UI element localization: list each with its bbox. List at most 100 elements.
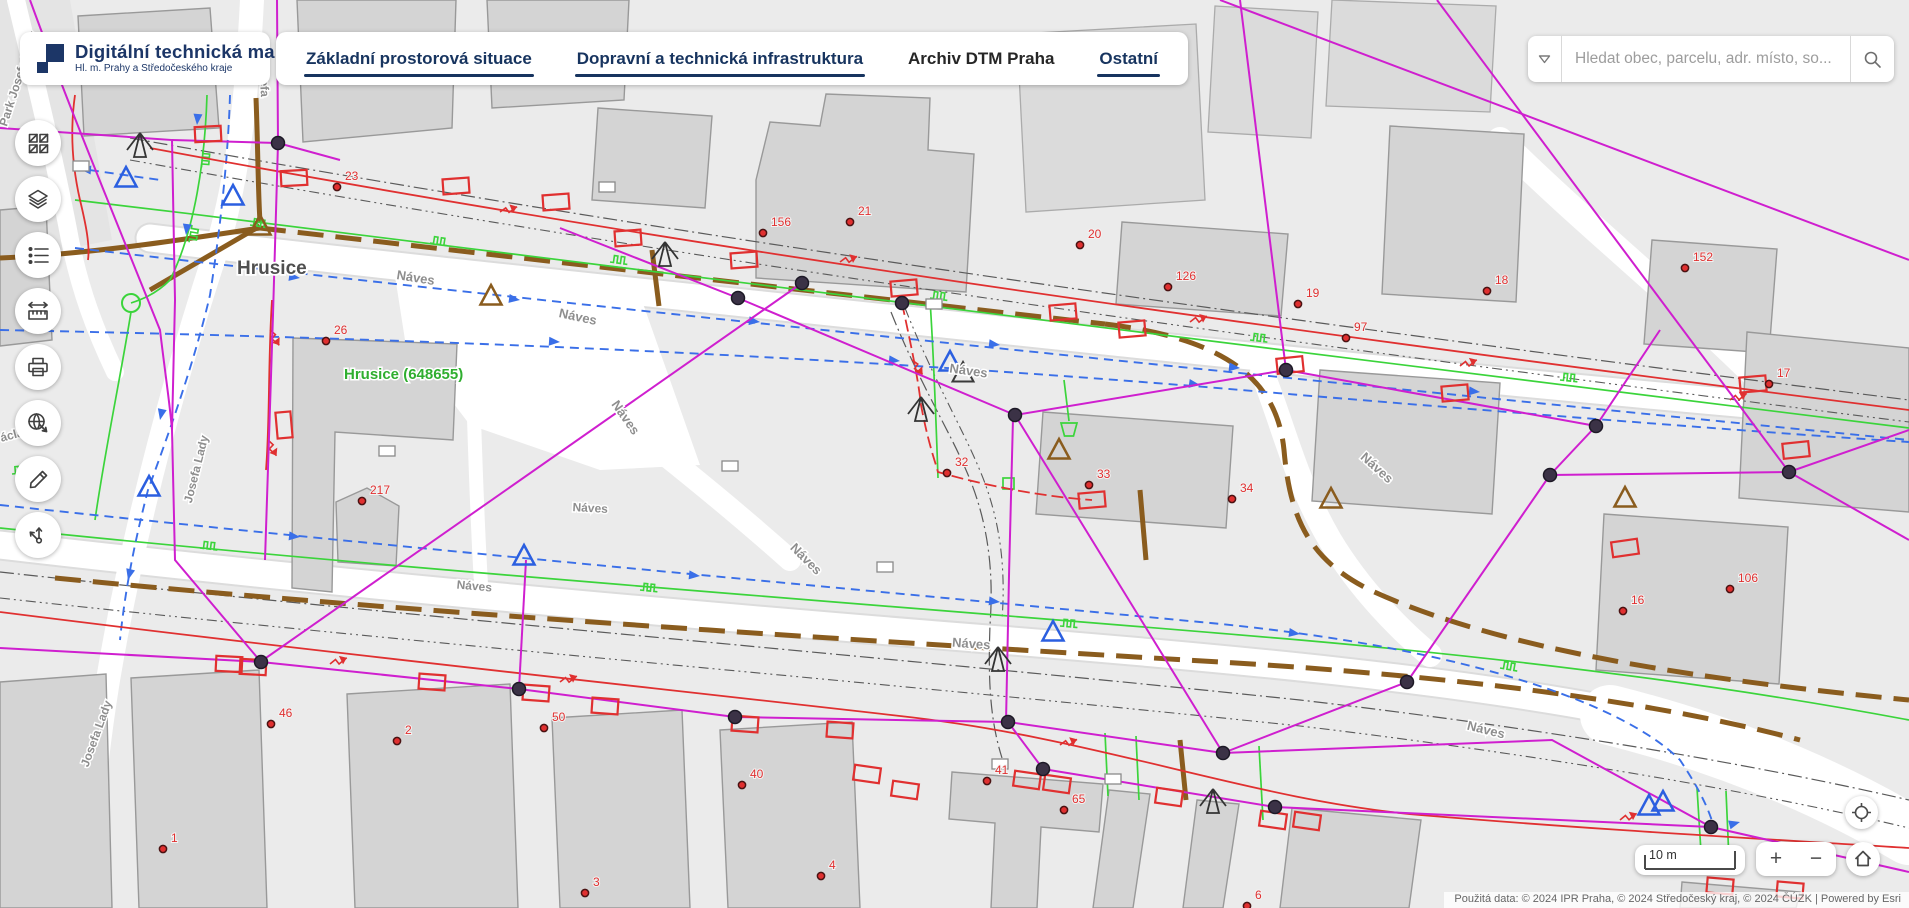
layers-icon: [27, 188, 49, 210]
parcel-dot: [1228, 495, 1235, 502]
parcel-number: 41: [995, 763, 1009, 777]
parcel-number: 126: [1176, 269, 1196, 283]
zoom-controls: + −: [1756, 842, 1836, 876]
zoom-in-button[interactable]: +: [1756, 842, 1796, 876]
tab-label: Základní prostorová situace: [306, 49, 532, 69]
parcel-number: 1: [171, 831, 178, 845]
grid-icon: [28, 133, 49, 154]
cadastre-label: Hrusice (648655): [344, 366, 463, 383]
app-subtitle: Hl. m. Prahy a Středočeského kraje: [75, 64, 297, 75]
basemap-gallery-button[interactable]: [15, 120, 61, 166]
parcel-number: 4: [829, 858, 836, 872]
scale-bar: 10 m: [1635, 845, 1745, 875]
tab-label: Dopravní a technická infrastruktura: [577, 49, 863, 69]
parcel-number: 17: [1777, 366, 1791, 380]
parcel-dot: [1164, 283, 1171, 290]
parcel-number: 18: [1495, 273, 1509, 287]
map-attribution: Použitá data: © 2024 IPR Praha, © 2024 S…: [1444, 892, 1909, 908]
parcel-dot: [759, 229, 766, 236]
tab-zakladni-prostorova-situace[interactable]: Základní prostorová situace: [306, 32, 532, 85]
parcel-dot: [333, 183, 340, 190]
parcel-dot: [1619, 607, 1626, 614]
parcel-number: 97: [1354, 320, 1368, 334]
measure-ruler-icon: [27, 301, 49, 321]
print-button[interactable]: [15, 344, 61, 390]
legend-list-icon: [28, 246, 49, 265]
parcel-number: 6: [1255, 888, 1262, 902]
parcel-dot: [983, 777, 990, 784]
tab-label: Archiv DTM Praha: [908, 49, 1054, 69]
parcel-number: 23: [345, 169, 359, 183]
dtm-logo-icon: [34, 43, 66, 75]
parcel-number: 50: [552, 710, 566, 724]
tab-dopravni-a-technicka-infrastruktura[interactable]: Dopravní a technická infrastruktura: [577, 32, 863, 85]
parcel-number: 26: [334, 323, 348, 337]
parcel-number: 21: [858, 204, 872, 218]
parcel-dot: [322, 337, 329, 344]
parcel-dot: [267, 720, 274, 727]
app-logo: Digitální technická mapa Hl. m. Prahy a …: [20, 32, 270, 85]
parcel-number: 217: [370, 483, 390, 497]
parcel-dot: [393, 737, 400, 744]
city-label: Hrusice: [237, 258, 307, 279]
parcel-dot: [1765, 380, 1772, 387]
parcel-dot: [1076, 241, 1083, 248]
parcel-number: 20: [1088, 227, 1102, 241]
parcel-dot: [1483, 287, 1490, 294]
parcel-number: 19: [1306, 286, 1320, 300]
measure-button[interactable]: [15, 288, 61, 334]
parcel-dot: [1085, 481, 1092, 488]
main-tabs: Základní prostorová situace Dopravní a t…: [276, 32, 1188, 85]
move-button[interactable]: [15, 512, 61, 558]
parcel-dot: [943, 469, 950, 476]
parcel-number: 3: [593, 875, 600, 889]
parcel-number: 34: [1240, 481, 1254, 495]
parcel-dot: [1060, 806, 1067, 813]
parcel-number: 106: [1738, 571, 1758, 585]
home-button[interactable]: [1846, 842, 1880, 876]
parcel-dot: [1342, 334, 1349, 341]
parcel-dot: [1726, 585, 1733, 592]
chevron-down-icon: [1538, 55, 1551, 64]
street-label: Náves: [572, 500, 608, 516]
coordinates-button[interactable]: [15, 400, 61, 446]
search-scope-dropdown[interactable]: [1528, 36, 1561, 82]
parcel-number: 2: [405, 723, 412, 737]
parcel-dot: [1243, 902, 1250, 908]
legend-button[interactable]: [15, 232, 61, 278]
app-title: Digitální technická mapa: [75, 42, 297, 62]
parcel-number: 156: [771, 215, 791, 229]
parcel-number: 33: [1097, 467, 1111, 481]
draw-button[interactable]: [15, 456, 61, 502]
parcel-dot: [1681, 264, 1688, 271]
map-canvas[interactable]: Hrusice Hrusice (648655) Park Josefa Lad…: [0, 0, 1909, 908]
tab-ostatni[interactable]: Ostatní: [1099, 32, 1158, 85]
parcel-number: 16: [1631, 593, 1645, 607]
map-toolbar: [15, 120, 61, 558]
globe-cursor-icon: [27, 412, 49, 434]
printer-icon: [27, 357, 49, 378]
move-arrows-icon: [27, 524, 49, 546]
locate-icon: [1851, 802, 1872, 823]
street-label: Náves: [952, 635, 991, 653]
magnifier-icon: [1863, 50, 1882, 69]
layers-button[interactable]: [15, 176, 61, 222]
tab-label: Ostatní: [1099, 49, 1158, 69]
parcel-dot: [817, 872, 824, 879]
parcel-dot: [1294, 300, 1301, 307]
search-button[interactable]: [1851, 36, 1894, 82]
parcel-dot: [159, 845, 166, 852]
parcel-dot: [581, 889, 588, 896]
parcel-dot: [738, 781, 745, 788]
parcel-number: 46: [279, 706, 293, 720]
parcel-number: 40: [750, 767, 764, 781]
tab-archiv-dtm-praha[interactable]: Archiv DTM Praha: [908, 32, 1054, 85]
search-input[interactable]: [1562, 50, 1850, 68]
parcel-dot: [540, 724, 547, 731]
locate-button[interactable]: [1845, 796, 1878, 829]
zoom-out-button[interactable]: −: [1796, 842, 1836, 876]
pencil-icon: [28, 469, 49, 490]
search-bar: [1528, 36, 1894, 82]
parcel-dot: [846, 218, 853, 225]
home-icon: [1853, 849, 1873, 869]
